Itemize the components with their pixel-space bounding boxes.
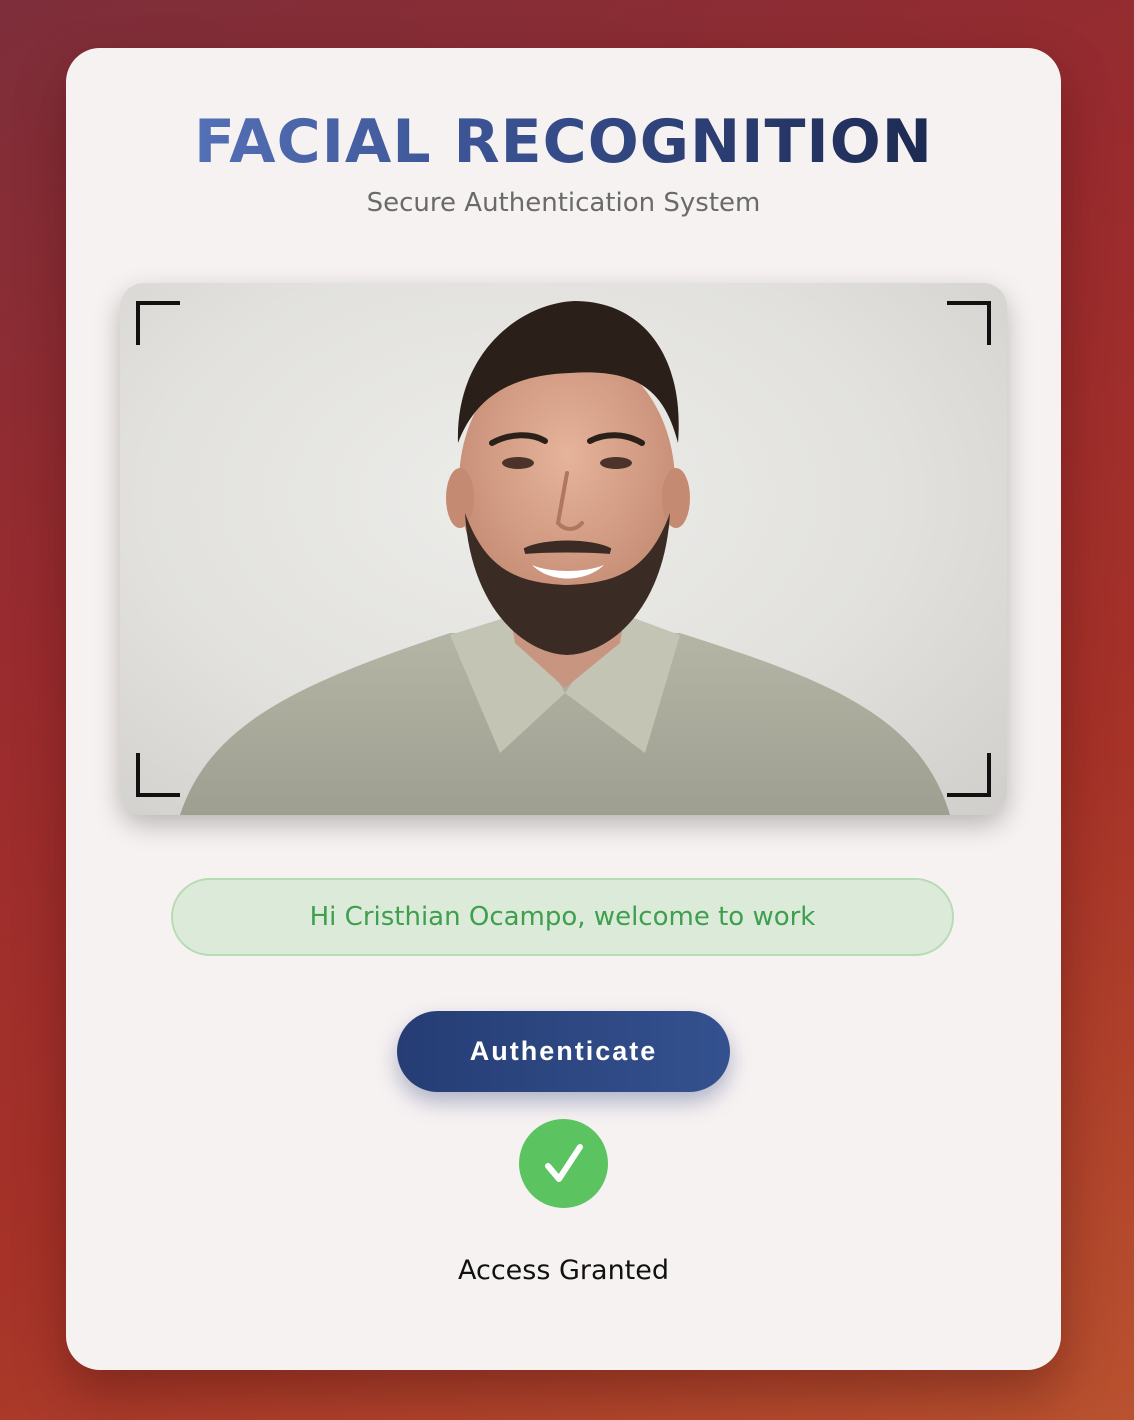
page-title-text: FACIAL RECOGNITION [194, 107, 933, 177]
welcome-message: Hi Cristhian Ocampo, welcome to work [171, 878, 954, 956]
success-badge [519, 1119, 608, 1208]
access-status: Access Granted [457, 1255, 670, 1286]
page-title: FACIAL RECOGNITION [66, 104, 1061, 180]
camera-feed [120, 283, 1007, 815]
authenticate-button[interactable]: Authenticate [397, 1011, 730, 1092]
frame-corner-top-left [136, 301, 180, 345]
frame-corner-top-right [947, 301, 991, 345]
frame-corner-bottom-right [947, 753, 991, 797]
checkmark-icon [544, 1143, 583, 1182]
page-subtitle: Secure Authentication System [366, 188, 761, 218]
camera-feed-image [180, 301, 950, 815]
frame-corner-bottom-left [136, 753, 180, 797]
auth-card: FACIAL RECOGNITION Secure Authentication… [66, 48, 1061, 1370]
